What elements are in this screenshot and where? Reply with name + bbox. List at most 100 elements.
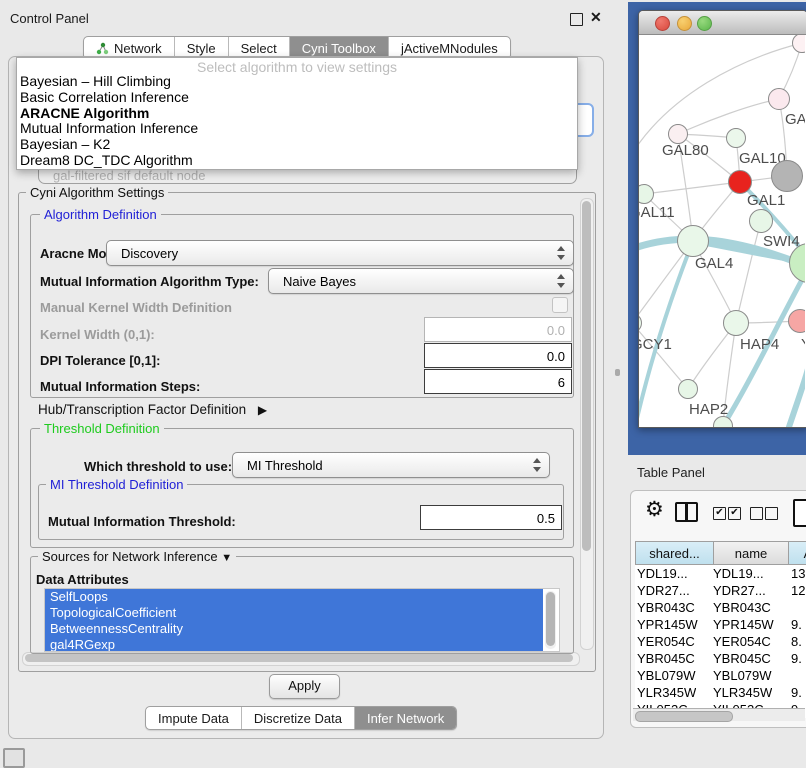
manual-kernel-width-checkbox[interactable] — [552, 297, 568, 313]
network-window[interactable]: GALGAL80GAL10GAL1GAL11SWI4GAL4GCY1HAP4YH… — [638, 10, 806, 428]
which-threshold-select[interactable]: MI Threshold — [232, 452, 550, 478]
table-row[interactable]: YDL19... YDL19... 13 — [635, 565, 806, 582]
unchecked-columns-icon[interactable] — [765, 507, 778, 520]
table-cell: YDL19... — [637, 566, 688, 581]
network-node-gal[interactable] — [768, 88, 790, 110]
settings-vertical-scrollbar[interactable] — [580, 198, 594, 650]
table-row[interactable]: YLR345WYLR345W9. — [635, 684, 806, 701]
cyni-mode-tabs: Impute Data Discretize Data Infer Network — [145, 706, 457, 730]
zoom-traffic-icon[interactable] — [697, 16, 712, 31]
algorithm-option[interactable]: Bayesian – K2 — [17, 137, 577, 153]
kernel-width-field[interactable]: 0.0 — [424, 317, 572, 342]
table-cell: YER054C — [713, 634, 771, 649]
table-row[interactable]: YBR045CYBR045C9. — [635, 650, 806, 667]
network-node-swi4[interactable] — [749, 209, 773, 233]
dpi-tolerance-field[interactable]: 0.0 — [424, 343, 572, 368]
kernel-width-label: Kernel Width (0,1): — [40, 327, 155, 342]
hub-definition-label: Hub/Transcription Factor Definition — [38, 402, 246, 417]
unchecked-columns-icon[interactable] — [750, 507, 763, 520]
close-icon[interactable]: ✕ — [590, 9, 602, 26]
network-selector-value: gal-filtered sif default node — [53, 168, 205, 183]
column-header-shared-name[interactable]: shared... — [635, 541, 714, 565]
attribute-item[interactable]: BetweennessCentrality — [45, 621, 543, 637]
network-node[interactable] — [771, 160, 803, 192]
float-window-icon[interactable] — [570, 13, 583, 26]
table-row[interactable]: YPR145WYPR145W9. — [635, 616, 806, 633]
attribute-item[interactable]: gal4RGexp — [45, 637, 543, 652]
column-header-name[interactable]: name — [713, 541, 789, 565]
table-cell: 13 — [791, 566, 805, 581]
network-node-gal80[interactable] — [668, 124, 688, 144]
file-icon[interactable] — [793, 499, 806, 527]
algorithm-dropdown-popup: Select algorithm to view settings Bayesi… — [16, 57, 578, 170]
minimize-traffic-icon[interactable] — [677, 16, 692, 31]
network-node-hap2[interactable] — [678, 379, 698, 399]
algorithm-option[interactable]: Basic Correlation Inference — [17, 90, 577, 106]
settings-horizontal-scrollbar-thumb[interactable] — [25, 654, 573, 662]
network-node-gal10[interactable] — [726, 128, 746, 148]
network-canvas[interactable]: GALGAL80GAL10GAL1GAL11SWI4GAL4GCY1HAP4YH… — [639, 35, 805, 427]
node-label: HAP4 — [740, 336, 779, 353]
attribute-item[interactable]: TopologicalCoefficient — [45, 605, 543, 621]
data-attributes-list[interactable]: SelfLoopsTopologicalCoefficientBetweenne… — [44, 588, 560, 652]
mi-algorithm-type-select[interactable]: Naive Bayes — [268, 268, 574, 294]
tab-label: jActiveMNodules — [401, 41, 498, 56]
attributes-list-scrollbar[interactable] — [545, 591, 556, 649]
table-cell: 9. — [791, 651, 802, 666]
tab-discretize-data[interactable]: Discretize Data — [241, 707, 354, 729]
table-row[interactable]: YBR043CYBR043C — [635, 599, 806, 616]
aracne-mode-select[interactable]: Discovery — [106, 240, 574, 266]
table-cell: YBR043C — [637, 600, 695, 615]
split-columns-icon[interactable] — [675, 502, 698, 522]
algorithm-definition-title: Algorithm Definition — [40, 207, 161, 222]
window-grip[interactable] — [3, 748, 25, 768]
algorithm-option[interactable]: Mutual Information Inference — [17, 121, 577, 137]
sources-group-title[interactable]: Sources for Network Inference ▼ — [38, 549, 236, 564]
node-label: GAL — [785, 111, 805, 128]
node-label: GAL1 — [747, 192, 785, 209]
attribute-item[interactable]: SelfLoops — [45, 589, 543, 605]
mi-steps-label: Mutual Information Steps: — [40, 379, 200, 394]
tab-label: Infer Network — [367, 711, 444, 726]
table-cell: YDL19... — [713, 566, 764, 581]
table-cell: 8. — [791, 634, 802, 649]
hub-definition-expander[interactable]: Hub/Transcription Factor Definition ▶ — [38, 402, 267, 417]
checked-columns-icon[interactable]: ✔ — [713, 507, 726, 520]
table-horizontal-scrollbar[interactable] — [633, 708, 805, 721]
table-row[interactable]: YER054CYER054C8. — [635, 633, 806, 650]
network-node-hap4[interactable] — [723, 310, 749, 336]
network-node-gal1[interactable] — [728, 170, 752, 194]
node-label: GCY1 — [639, 336, 672, 353]
table-row[interactable]: YDR27...YDR27...12 — [635, 582, 806, 599]
table-horizontal-scrollbar-thumb[interactable] — [635, 711, 733, 722]
table-body: YDL19...YDL19...13YDR27...YDR27...12YBR0… — [635, 565, 806, 718]
algorithm-option[interactable]: Bayesian – Hill Climbing — [17, 74, 577, 90]
algorithm-option[interactable]: Dream8 DC_TDC Algorithm — [17, 153, 577, 169]
column-header-partial[interactable]: A — [788, 541, 806, 565]
tab-label: Select — [241, 41, 277, 56]
mi-threshold-field[interactable]: 0.5 — [420, 505, 562, 530]
settings-vertical-scrollbar-thumb[interactable] — [582, 201, 591, 551]
table-cell: YPR145W — [637, 617, 698, 632]
dpi-tolerance-label: DPI Tolerance [0,1]: — [40, 353, 160, 368]
table-row[interactable]: YBL079WYBL079W — [635, 667, 806, 684]
checked-columns-icon[interactable]: ✔ — [728, 507, 741, 520]
tab-label: Discretize Data — [254, 711, 342, 726]
stepper-arrows-icon — [533, 457, 542, 473]
attributes-list-scrollbar-thumb[interactable] — [546, 592, 555, 646]
settings-horizontal-scrollbar[interactable] — [22, 652, 580, 666]
network-window-titlebar[interactable] — [639, 11, 806, 35]
mi-algorithm-type-label: Mutual Information Algorithm Type: — [40, 274, 259, 289]
tab-impute-data[interactable]: Impute Data — [146, 707, 241, 729]
close-traffic-icon[interactable] — [655, 16, 670, 31]
table-cell: YBR045C — [713, 651, 771, 666]
network-node-gal4[interactable] — [677, 225, 709, 257]
apply-button[interactable]: Apply — [269, 674, 340, 699]
network-node-y[interactable] — [788, 309, 805, 333]
algorithm-option[interactable]: ARACNE Algorithm — [17, 106, 577, 122]
mi-steps-field[interactable]: 6 — [424, 369, 572, 394]
splitter-handle[interactable] — [615, 369, 620, 376]
tab-infer-network[interactable]: Infer Network — [354, 707, 456, 729]
mi-threshold-label: Mutual Information Threshold: — [48, 514, 236, 529]
gear-icon[interactable]: ⚙ — [645, 497, 664, 522]
